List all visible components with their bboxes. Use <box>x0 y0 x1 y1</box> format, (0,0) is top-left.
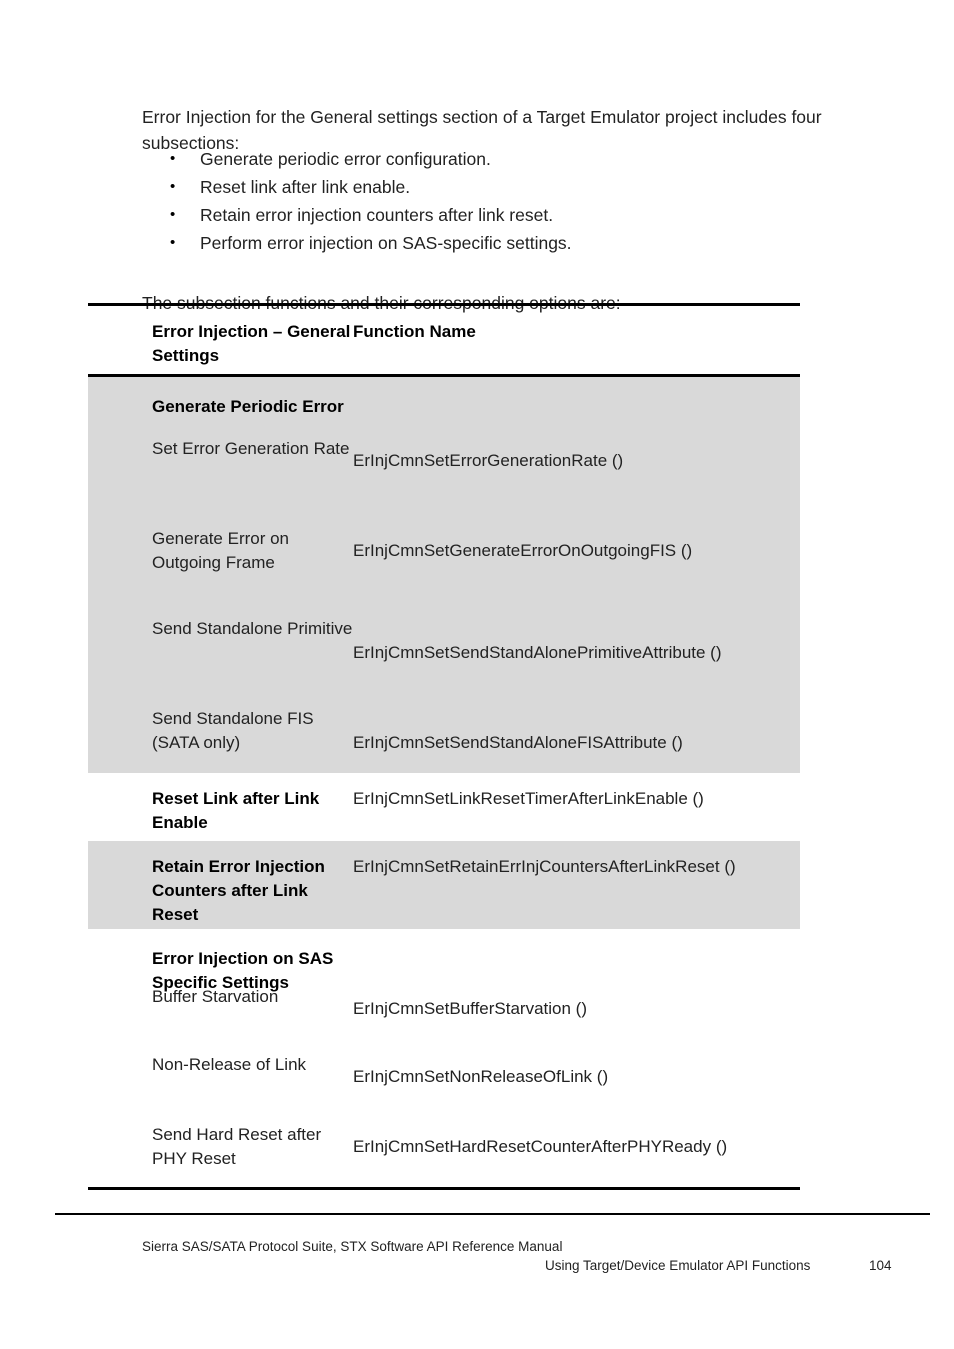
row-function: ErInjCmnSetSendStandAlonePrimitiveAttrib… <box>353 643 722 662</box>
row-label: Set Error Generation Rate <box>152 439 350 458</box>
list-item: • Retain error injection counters after … <box>170 201 850 229</box>
table-header-row: Error Injection – General Settings Funct… <box>88 306 800 374</box>
document-page: Error Injection for the General settings… <box>0 0 954 1349</box>
bullet-dot-icon: • <box>170 234 176 251</box>
footer-page-number: 104 <box>869 1258 892 1273</box>
table-row: Error Injection on SAS Specific Settings <box>88 929 800 992</box>
row-label: Non-Release of Link <box>152 1055 307 1074</box>
row-label: Generate Periodic Error <box>152 397 344 416</box>
bullet-dot-icon: • <box>170 206 176 223</box>
list-item-label: Retain error injection counters after li… <box>200 205 554 225</box>
table-row: Set Error Generation Rate ErInjCmnSetErr… <box>88 425 800 515</box>
row-function: ErInjCmnSetLinkResetTimerAfterLinkEnable… <box>353 789 704 808</box>
list-item-label: Perform error injection on SAS-specific … <box>200 233 572 253</box>
bullet-dot-icon: • <box>170 150 176 167</box>
row-function: ErInjCmnSetGenerateErrorOnOutgoingFIS () <box>353 541 693 560</box>
table-row: Send Standalone FIS (SATA only) ErInjCmn… <box>88 695 800 773</box>
table-row: Generate Error on Outgoing Frame ErInjCm… <box>88 515 800 605</box>
list-item: • Reset link after link enable. <box>170 173 850 201</box>
footer-manual-title: Sierra SAS/SATA Protocol Suite, STX Soft… <box>142 1239 563 1254</box>
row-function: ErInjCmnSetHardResetCounterAfterPHYReady… <box>353 1137 728 1156</box>
row-label: Buffer Starvation <box>152 987 279 1006</box>
list-item: • Generate periodic error configuration. <box>170 145 850 173</box>
table-bottom-rule <box>88 1187 800 1190</box>
row-label: Send Standalone FIS (SATA only) <box>152 709 314 752</box>
row-function: ErInjCmnSetBufferStarvation () <box>353 999 587 1018</box>
column-header-function-name: Function Name <box>353 322 476 341</box>
row-function: ErInjCmnSetSendStandAloneFISAttribute () <box>353 733 683 752</box>
table-row: Send Standalone Primitive ErInjCmnSetSen… <box>88 605 800 695</box>
table-row: Retain Error Injection Counters after Li… <box>88 841 800 929</box>
list-item-label: Reset link after link enable. <box>200 177 411 197</box>
footer-divider <box>55 1213 930 1215</box>
table-row: Generate Periodic Error <box>88 377 800 425</box>
list-item: • Perform error injection on SAS-specifi… <box>170 229 850 257</box>
row-label: Reset Link after Link Enable <box>152 789 320 832</box>
row-label: Send Hard Reset after PHY Reset <box>152 1125 322 1168</box>
table-row: Buffer Starvation ErInjCmnSetBufferStarv… <box>88 979 800 1047</box>
row-function: ErInjCmnSetRetainErrInjCountersAfterLink… <box>353 857 736 876</box>
row-label: Generate Error on Outgoing Frame <box>152 529 290 572</box>
table-row: Non-Release of Link ErInjCmnSetNonReleas… <box>88 1047 800 1115</box>
table-row: Send Hard Reset after PHY Reset ErInjCmn… <box>88 1115 800 1187</box>
row-function: ErInjCmnSetNonReleaseOfLink () <box>353 1067 609 1086</box>
row-label: Retain Error Injection Counters after Li… <box>152 857 325 924</box>
row-label: Send Standalone Primitive <box>152 619 353 638</box>
table-row: Reset Link after Link Enable ErInjCmnSet… <box>88 773 800 841</box>
column-header-error-injection: Error Injection – General Settings <box>152 322 351 365</box>
list-item-label: Generate periodic error configuration. <box>200 149 491 169</box>
row-function: ErInjCmnSetErrorGenerationRate () <box>353 451 624 470</box>
function-table: Error Injection – General Settings Funct… <box>88 303 800 1190</box>
footer-section-title: Using Target/Device Emulator API Functio… <box>545 1258 811 1273</box>
bullet-list: • Generate periodic error configuration.… <box>170 145 850 257</box>
bullet-dot-icon: • <box>170 178 176 195</box>
